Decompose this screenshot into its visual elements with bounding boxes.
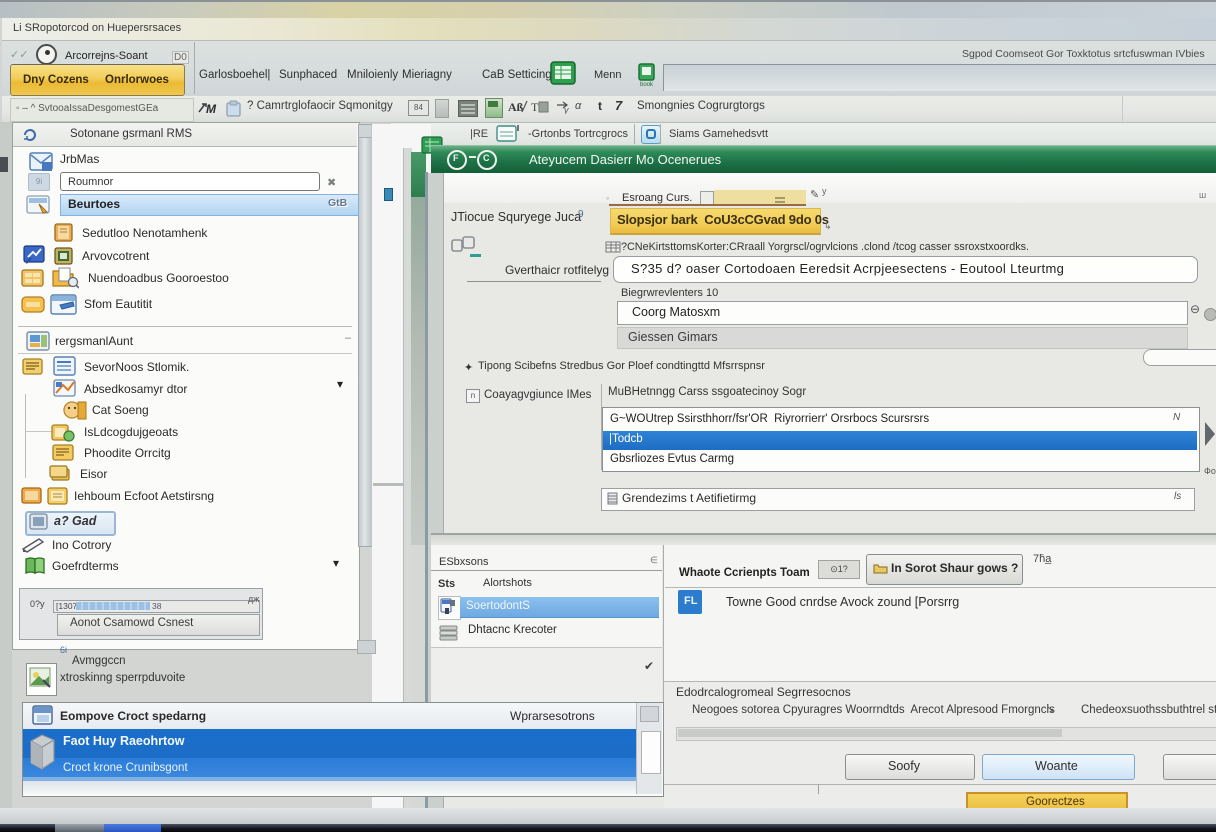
svg-text:M: M [206,102,217,115]
svg-text:y: y [563,105,569,114]
svg-text:book: book [640,82,654,88]
svg-text:Aß: Aß [508,100,524,114]
svg-text:T: T [531,100,539,114]
